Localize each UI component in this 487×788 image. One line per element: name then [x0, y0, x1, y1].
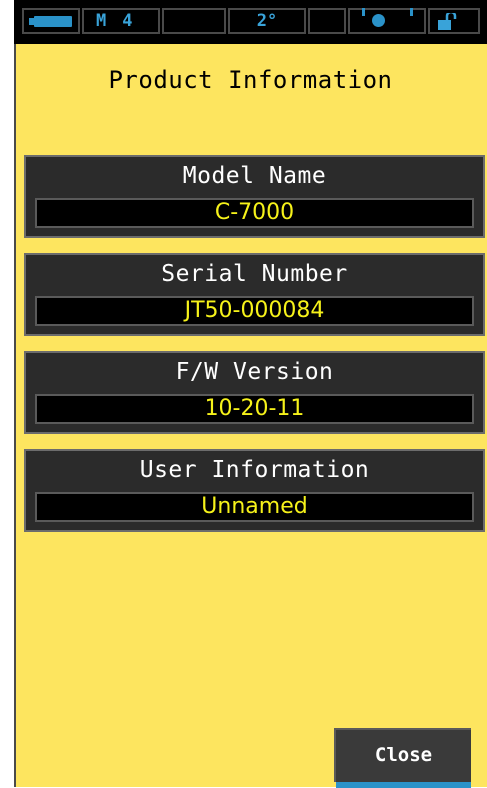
mode-indicator: M4 [82, 8, 160, 34]
mode-number: 4 [122, 11, 133, 31]
meter-icon [372, 14, 385, 27]
status-slot-empty-1 [162, 8, 226, 34]
serial-number-value: JT50-000084 [35, 296, 474, 326]
meter-tick-right [410, 8, 413, 16]
model-name-label: Model Name [182, 163, 327, 189]
battery-indicator [22, 8, 80, 34]
angle-indicator: 2° [228, 8, 306, 34]
model-name-value: C-7000 [35, 198, 474, 228]
page-title: Product Information [108, 66, 393, 94]
close-button[interactable]: Close [334, 728, 471, 788]
lock-icon [438, 13, 457, 30]
mode-letter: M [96, 11, 107, 31]
meter-indicator [348, 8, 426, 34]
close-button-label: Close [374, 744, 433, 766]
status-slot-empty-2 [308, 8, 346, 34]
lock-indicator[interactable] [428, 8, 480, 34]
user-information-value: Unnamed [35, 492, 474, 522]
user-information-block[interactable]: User Information Unnamed [24, 449, 485, 532]
serial-number-label: Serial Number [161, 261, 348, 287]
angle-value: 2° [256, 11, 278, 31]
battery-icon [34, 16, 72, 27]
meter-tick-left [362, 8, 365, 16]
status-bar: M4 2° [14, 0, 487, 44]
fw-version-block: F/W Version 10-20-11 [24, 351, 485, 434]
fw-version-label: F/W Version [175, 359, 334, 385]
user-information-label: User Information [139, 457, 370, 483]
fw-version-value: 10-20-11 [35, 394, 474, 424]
close-button-accent [336, 782, 471, 788]
model-name-block: Model Name C-7000 [24, 155, 485, 238]
serial-number-block: Serial Number JT50-000084 [24, 253, 485, 336]
